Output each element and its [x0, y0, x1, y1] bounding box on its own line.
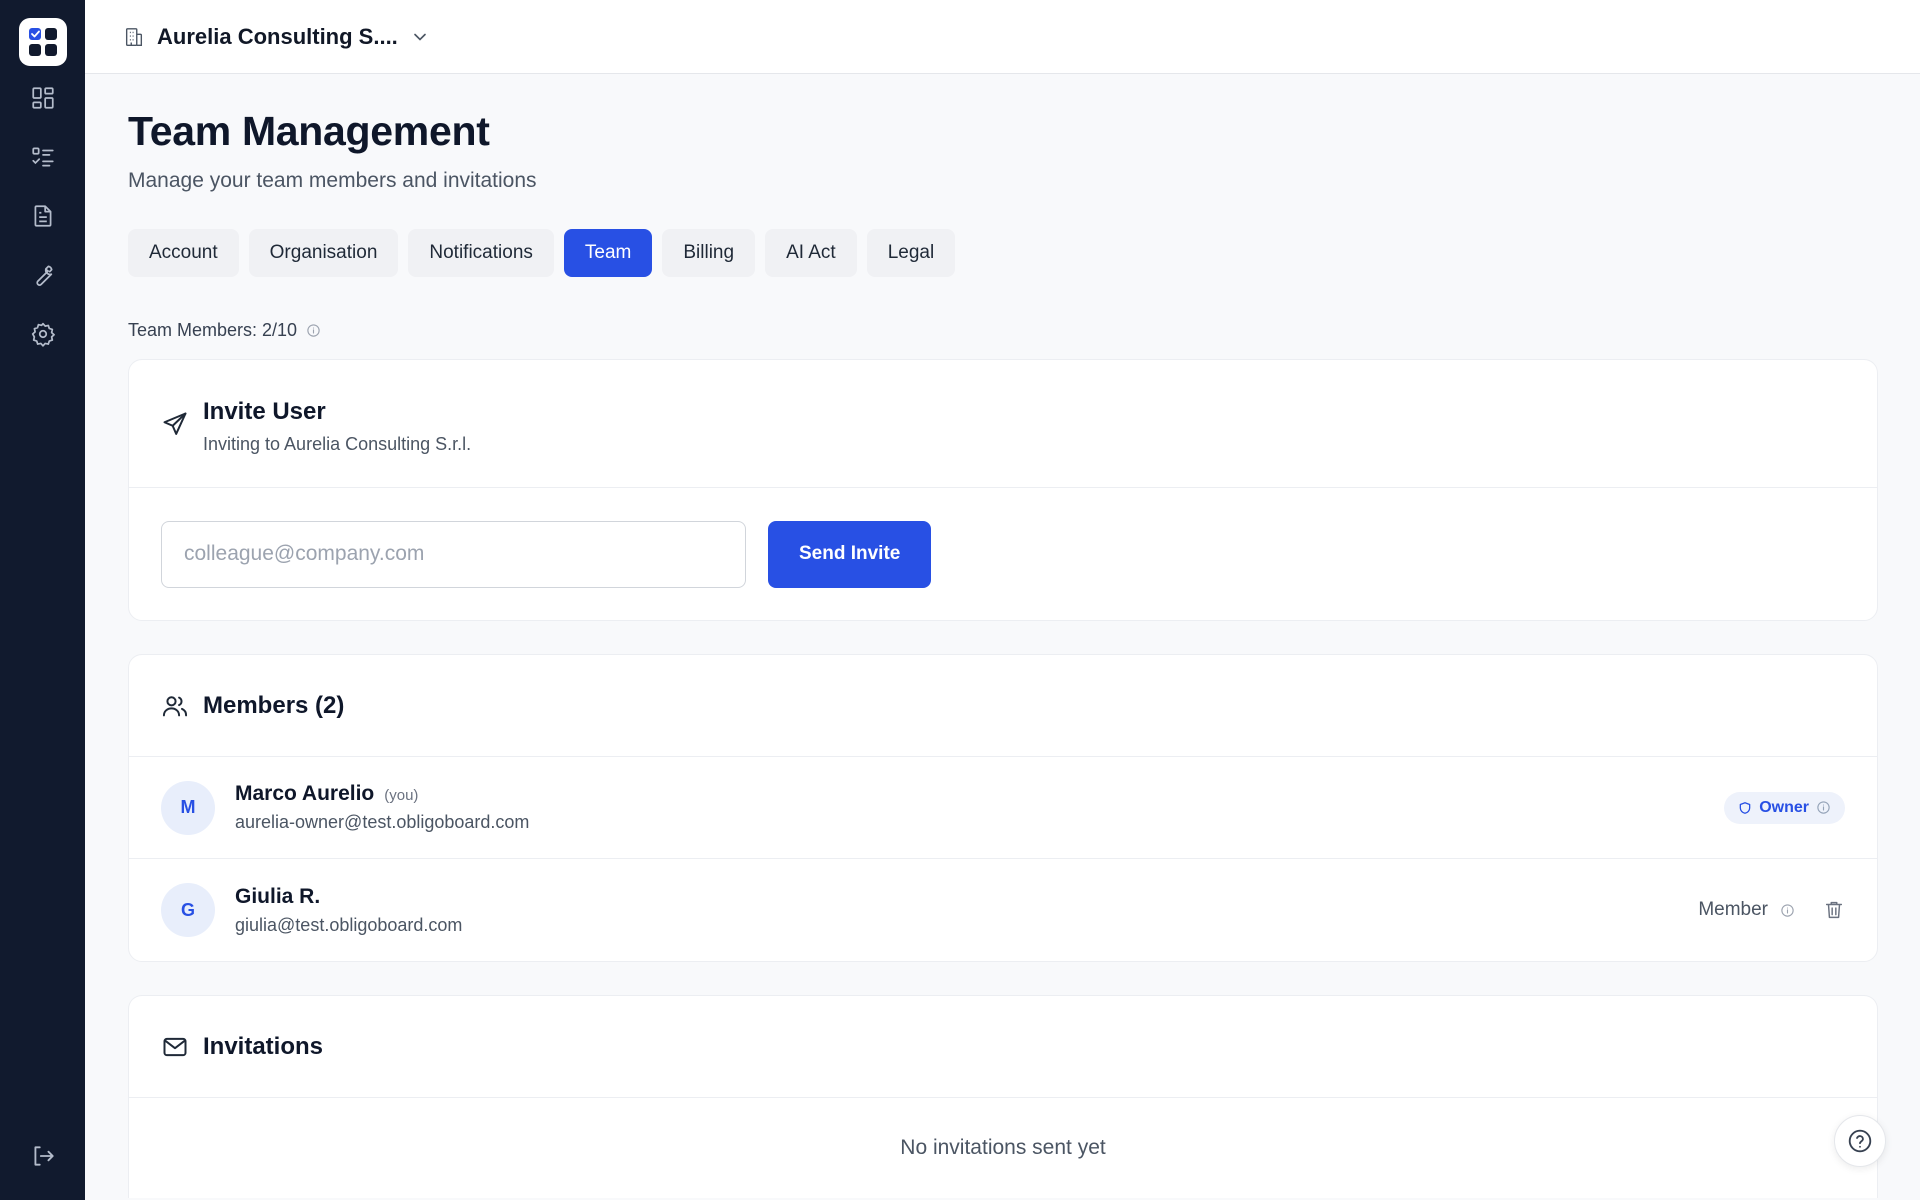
invite-email-input[interactable] [161, 520, 746, 588]
chevron-down-icon [413, 33, 426, 41]
topbar: Aurelia Consulting S.... [85, 0, 1920, 74]
trash-icon[interactable] [1823, 899, 1845, 921]
tab-ai-act[interactable]: AI Act [765, 229, 857, 277]
member-email: aurelia-owner@test.obligoboard.com [235, 812, 530, 832]
checklist-icon [31, 147, 54, 167]
tab-team[interactable]: Team [563, 229, 653, 277]
invite-card-subtitle: Inviting to Aurelia Consulting S.r.l. [203, 434, 472, 454]
send-icon [163, 412, 187, 435]
table-row: M Marco Aurelio (you) aurelia-owner@test… [129, 757, 1877, 859]
team-members-count: Team Members: 2/10 [128, 320, 1878, 341]
sidebar-item-documents[interactable] [21, 194, 65, 238]
app-grid-logo-icon [28, 28, 57, 56]
org-switcher[interactable]: Aurelia Consulting S.... [123, 24, 430, 50]
invitations-card-title: Invitations [203, 1032, 324, 1060]
members-card-header: Members (2) [129, 655, 1877, 757]
member-name: Marco Aurelio [235, 782, 375, 805]
team-members-count-label: Team Members: 2/10 [128, 320, 298, 340]
building-icon [125, 27, 143, 46]
tab-billing[interactable]: Billing [662, 229, 756, 277]
members-card-title: Members (2) [203, 691, 345, 719]
tab-organisation[interactable]: Organisation [248, 229, 399, 277]
invitations-card: Invitations No invitations sent yet [128, 995, 1878, 1198]
wrench-icon [35, 265, 53, 286]
members-card: Members (2) M Marco Aurelio (you) aureli… [128, 654, 1878, 962]
sidebar-nav [21, 76, 65, 356]
page-subtitle: Manage your team members and invitations [128, 169, 537, 192]
member-info: Giulia R. giulia@test.obligoboard.com [235, 885, 462, 936]
settings-tabs: Account Organisation Notifications Team … [128, 229, 1878, 277]
app-logo[interactable] [18, 18, 67, 66]
tab-notifications[interactable]: Notifications [408, 229, 554, 277]
tab-account[interactable]: Account [128, 229, 239, 277]
invitations-empty-state: No invitations sent yet [900, 1136, 1106, 1159]
invite-card-title: Invite User [203, 398, 326, 425]
invite-card-header: Invite User Inviting to Aurelia Consulti… [129, 360, 1877, 488]
users-icon [162, 695, 188, 716]
sidebar-item-settings[interactable] [21, 312, 65, 356]
member-role-area: Owner [1724, 791, 1845, 824]
info-icon[interactable] [1816, 800, 1831, 815]
sidebar-item-tasks[interactable] [21, 135, 65, 179]
grid-icon [31, 87, 54, 109]
tab-legal[interactable]: Legal [866, 229, 956, 277]
main-content: Team Management Manage your team members… [128, 74, 1878, 1198]
org-name: Aurelia Consulting S.... [157, 23, 398, 49]
member-you-label: (you) [384, 787, 419, 804]
mail-icon [163, 1037, 187, 1056]
info-icon[interactable] [1780, 903, 1795, 918]
sidebar-item-dashboard[interactable] [21, 76, 65, 120]
help-icon [1848, 1129, 1872, 1153]
invite-form: Send Invite [129, 488, 1877, 620]
sidebar-item-tools[interactable] [21, 253, 65, 297]
sidebar [0, 0, 85, 1200]
send-invite-button[interactable]: Send Invite [768, 520, 932, 588]
page-title: Team Management [128, 108, 490, 154]
member-role-label: Member [1698, 899, 1768, 920]
avatar: G [161, 883, 215, 937]
shield-icon [1739, 801, 1751, 814]
table-row: G Giulia R. giulia@test.obligoboard.com … [129, 859, 1877, 961]
member-email: giulia@test.obligoboard.com [235, 914, 463, 935]
invitations-card-header: Invitations [129, 996, 1877, 1098]
member-role-area: Member [1698, 899, 1845, 921]
owner-badge-label: Owner [1759, 798, 1809, 816]
member-name: Giulia R. [235, 884, 321, 908]
document-icon [34, 205, 51, 227]
info-icon[interactable] [306, 323, 321, 338]
avatar: M [161, 780, 215, 835]
gear-icon [31, 322, 55, 347]
member-info: Marco Aurelio (you) aurelia-owner@test.o… [235, 782, 529, 833]
logout-icon [33, 1146, 54, 1166]
owner-badge: Owner [1724, 791, 1845, 824]
help-button[interactable] [1834, 1115, 1886, 1167]
invite-user-card: Invite User Inviting to Aurelia Consulti… [128, 359, 1878, 621]
logout-button[interactable] [21, 1134, 65, 1178]
